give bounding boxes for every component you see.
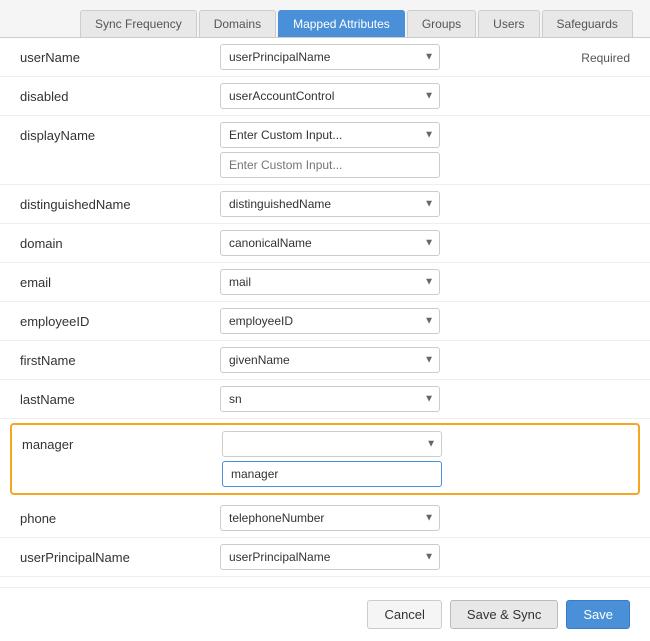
attr-label-displayName: displayName <box>20 122 220 143</box>
attr-label-userName: userName <box>20 44 220 65</box>
attr-row-manager: manager▼ <box>10 423 640 495</box>
tab-sync-frequency[interactable]: Sync Frequency <box>80 10 197 37</box>
select-wrap-displayName: Enter Custom Input...▼ <box>220 122 440 148</box>
required-badge: Required <box>581 44 630 65</box>
attr-row-disabled: disableduserAccountControl▼ <box>0 77 650 116</box>
save-button[interactable]: Save <box>566 600 630 629</box>
attr-input-wrapper-userName: userPrincipalName▼ <box>220 44 571 70</box>
attr-input-wrapper-firstName: givenName▼ <box>220 347 630 373</box>
tab-domains[interactable]: Domains <box>199 10 276 37</box>
attr-label-userPrincipalName: userPrincipalName <box>20 544 220 565</box>
attr-label-domain: domain <box>20 230 220 251</box>
tab-users[interactable]: Users <box>478 10 539 37</box>
attr-row-firstName: firstNamegivenName▼ <box>0 341 650 380</box>
attr-input-wrapper-displayName: Enter Custom Input...▼ <box>220 122 630 178</box>
footer: Cancel Save & Sync Save <box>0 587 650 641</box>
select-email[interactable]: mail <box>220 269 440 295</box>
attr-row-lastName: lastNamesn▼ <box>0 380 650 419</box>
attr-row-email: emailmail▼ <box>0 263 650 302</box>
select-userPrincipalName[interactable]: userPrincipalName <box>220 544 440 570</box>
attr-input-wrapper-userPrincipalName: userPrincipalName▼ <box>220 544 630 570</box>
attr-row-displayName: displayNameEnter Custom Input...▼ <box>0 116 650 185</box>
select-wrap-employeeID: employeeID▼ <box>220 308 440 334</box>
select-wrap-userName: userPrincipalName▼ <box>220 44 440 70</box>
select-wrap-userPrincipalName: userPrincipalName▼ <box>220 544 440 570</box>
tab-mapped-attributes[interactable]: Mapped Attributes <box>278 10 405 37</box>
attr-input-wrapper-distinguishedName: distinguishedName▼ <box>220 191 630 217</box>
select-lastName[interactable]: sn <box>220 386 440 412</box>
select-domain[interactable]: canonicalName <box>220 230 440 256</box>
select-disabled[interactable]: userAccountControl <box>220 83 440 109</box>
attr-input-wrapper-phone: telephoneNumber▼ <box>220 505 630 531</box>
attr-row-distinguishedName: distinguishedNamedistinguishedName▼ <box>0 185 650 224</box>
tab-groups[interactable]: Groups <box>407 10 476 37</box>
tab-safeguards[interactable]: Safeguards <box>542 10 633 37</box>
custom-input-manager[interactable] <box>222 461 442 487</box>
select-wrap-email: mail▼ <box>220 269 440 295</box>
select-manager[interactable] <box>222 431 442 457</box>
attr-label-lastName: lastName <box>20 386 220 407</box>
select-wrap-disabled: userAccountControl▼ <box>220 83 440 109</box>
select-wrap-phone: telephoneNumber▼ <box>220 505 440 531</box>
attr-label-email: email <box>20 269 220 290</box>
cancel-button[interactable]: Cancel <box>367 600 441 629</box>
attr-label-employeeID: employeeID <box>20 308 220 329</box>
custom-input-displayName[interactable] <box>220 152 440 178</box>
attr-label-firstName: firstName <box>20 347 220 368</box>
select-employeeID[interactable]: employeeID <box>220 308 440 334</box>
select-phone[interactable]: telephoneNumber <box>220 505 440 531</box>
content-area: userNameuserPrincipalName▼Requireddisabl… <box>0 38 650 577</box>
select-userName[interactable]: userPrincipalName <box>220 44 440 70</box>
attr-input-wrapper-email: mail▼ <box>220 269 630 295</box>
select-wrap-lastName: sn▼ <box>220 386 440 412</box>
attr-label-manager: manager <box>22 431 222 452</box>
attr-input-wrapper-employeeID: employeeID▼ <box>220 308 630 334</box>
select-distinguishedName[interactable]: distinguishedName <box>220 191 440 217</box>
attr-input-wrapper-manager: ▼ <box>222 431 628 487</box>
attr-input-wrapper-domain: canonicalName▼ <box>220 230 630 256</box>
select-firstName[interactable]: givenName <box>220 347 440 373</box>
attr-input-wrapper-disabled: userAccountControl▼ <box>220 83 630 109</box>
attr-row-userName: userNameuserPrincipalName▼ Required <box>0 38 650 77</box>
attr-label-distinguishedName: distinguishedName <box>20 191 220 212</box>
select-wrap-manager: ▼ <box>222 431 442 457</box>
attr-row-domain: domaincanonicalName▼ <box>0 224 650 263</box>
attr-label-phone: phone <box>20 505 220 526</box>
attr-row-employeeID: employeeIDemployeeID▼ <box>0 302 650 341</box>
tabs-bar: Sync FrequencyDomainsMapped AttributesGr… <box>0 0 650 38</box>
select-wrap-distinguishedName: distinguishedName▼ <box>220 191 440 217</box>
attr-label-disabled: disabled <box>20 83 220 104</box>
attr-row-phone: phonetelephoneNumber▼ <box>0 499 650 538</box>
select-displayName[interactable]: Enter Custom Input... <box>220 122 440 148</box>
select-wrap-firstName: givenName▼ <box>220 347 440 373</box>
attr-input-wrapper-lastName: sn▼ <box>220 386 630 412</box>
attr-row-userPrincipalName: userPrincipalNameuserPrincipalName▼ <box>0 538 650 577</box>
save-sync-button[interactable]: Save & Sync <box>450 600 558 629</box>
select-wrap-domain: canonicalName▼ <box>220 230 440 256</box>
